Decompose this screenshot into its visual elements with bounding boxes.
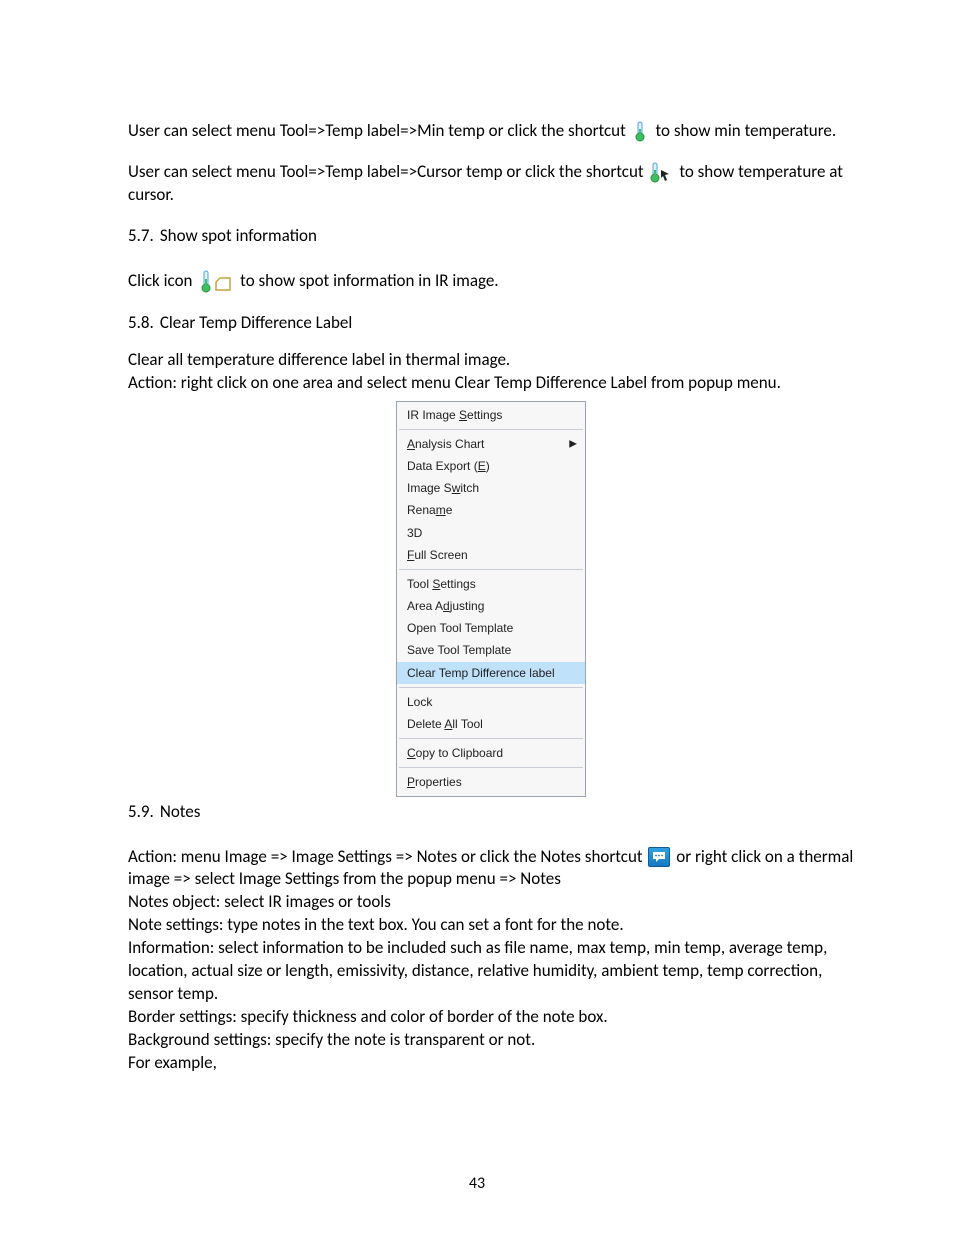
menu-item[interactable]: Properties (397, 771, 585, 793)
cursor-temp-shortcut-icon (649, 162, 673, 184)
spot-info-shortcut-icons (198, 270, 234, 294)
menu-separator (399, 738, 583, 739)
text-line: Border settings: specify thickness and c… (128, 1006, 854, 1029)
text: to show min temperature. (656, 120, 837, 141)
section-title: Clear Temp Difference Label (160, 312, 352, 333)
section-title: Show spot information (160, 225, 317, 246)
text-line: For example, (128, 1052, 854, 1075)
section-5-7-heading: 5.7. Show spot information (128, 225, 854, 248)
menu-item[interactable]: Delete All Tool (397, 713, 585, 735)
menu-item[interactable]: Save Tool Template (397, 639, 585, 661)
menu-item[interactable]: Tool Settings (397, 573, 585, 595)
menu-item[interactable]: IR Image Settings (397, 404, 585, 426)
text: User can select menu Tool=>Temp label=>C… (128, 161, 647, 182)
section-5-9-body: Action: menu Image => Image Settings => … (128, 846, 854, 1075)
section-number: 5.8. (128, 312, 156, 335)
menu-item[interactable]: Clear Temp Difference label (397, 662, 585, 684)
section-5-8-body: Clear all temperature difference label i… (128, 349, 854, 395)
context-menu-figure: IR Image Settings Analysis Chart▶Data Exp… (128, 401, 854, 797)
text: Action: menu Image => Image Settings => … (128, 846, 646, 867)
notes-shortcut-icon (648, 847, 670, 867)
menu-separator (399, 767, 583, 768)
paragraph-notes-action: Action: menu Image => Image Settings => … (128, 846, 854, 892)
paragraph-cursor-temp: User can select menu Tool=>Temp label=>C… (128, 161, 854, 207)
text: Click icon (128, 270, 196, 291)
menu-item[interactable]: Open Tool Template (397, 617, 585, 639)
text-line: Information: select information to be in… (128, 937, 854, 1006)
paragraph-min-temp: User can select menu Tool=>Temp label=>M… (128, 120, 854, 143)
section-5-8-heading: 5.8. Clear Temp Difference Label (128, 312, 854, 335)
menu-separator (399, 687, 583, 688)
text: User can select menu Tool=>Temp label=>M… (128, 120, 630, 141)
menu-item[interactable]: Area Adjusting (397, 595, 585, 617)
section-5-9-heading: 5.9. Notes (128, 801, 854, 824)
menu-item[interactable]: 3D (397, 522, 585, 544)
text: to show spot information in IR image. (240, 270, 498, 291)
text-line: Clear all temperature difference label i… (128, 349, 854, 372)
menu-separator (399, 569, 583, 570)
menu-item[interactable]: Analysis Chart▶ (397, 433, 585, 455)
section-title: Notes (160, 801, 201, 822)
text-line: Action: right click on one area and sele… (128, 372, 854, 395)
menu-item[interactable]: Copy to Clipboard (397, 742, 585, 764)
menu-item[interactable]: Data Export (E) (397, 455, 585, 477)
page-number: 43 (0, 1173, 954, 1195)
submenu-arrow-icon: ▶ (569, 437, 577, 451)
menu-item[interactable]: Rename (397, 499, 585, 521)
menu-item[interactable]: Lock (397, 691, 585, 713)
menu-item[interactable]: Image Switch (397, 477, 585, 499)
context-menu: IR Image Settings Analysis Chart▶Data Exp… (396, 401, 586, 797)
text-line: Notes object: select IR images or tools (128, 891, 854, 914)
text-line: Background settings: specify the note is… (128, 1029, 854, 1052)
tag-icon (214, 276, 234, 294)
text-line: Note settings: type notes in the text bo… (128, 914, 854, 937)
menu-separator (399, 429, 583, 430)
paragraph-spot-info: Click icon to show spot information in I… (128, 270, 854, 294)
menu-item[interactable]: Full Screen (397, 544, 585, 566)
min-temp-shortcut-icon (632, 121, 650, 143)
section-number: 5.9. (128, 801, 156, 824)
document-page: User can select menu Tool=>Temp label=>M… (0, 0, 954, 1235)
section-number: 5.7. (128, 225, 156, 248)
